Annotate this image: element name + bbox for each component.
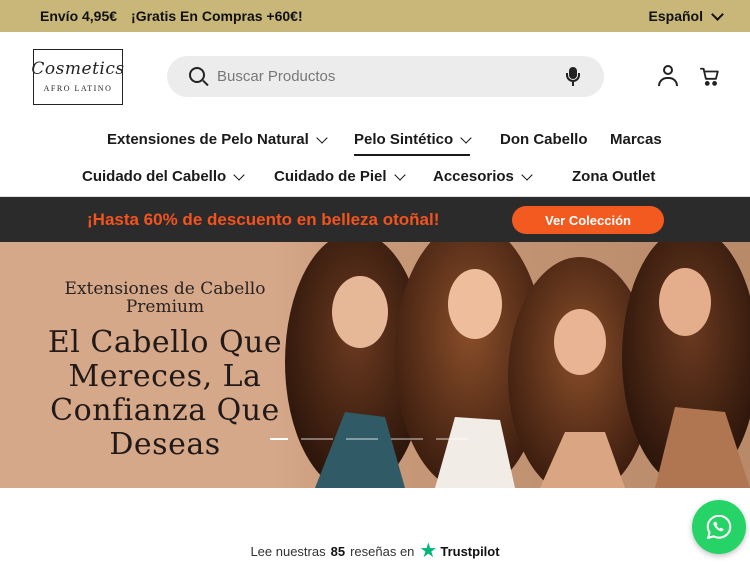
slideshow-pagination [270, 438, 490, 442]
nav-item-zona-outlet[interactable]: Zona Outlet [572, 168, 655, 185]
microphone-icon[interactable] [566, 67, 580, 87]
hero-slideshow: Extensiones de Cabello Premium El Cabell… [0, 242, 750, 488]
search-bar [167, 56, 604, 97]
search-icon[interactable] [189, 67, 205, 83]
chevron-down-icon [233, 168, 245, 181]
language-selector[interactable]: Español [648, 0, 724, 32]
nav-label: Extensiones de Pelo Natural [107, 131, 309, 148]
hero-headline: El Cabello Que Mereces, La Confianza Que… [47, 325, 283, 462]
main-navigation: Extensiones de Pelo Natural Pelo Sintéti… [0, 122, 750, 197]
hero-eyebrow: Extensiones de Cabello Premium [64, 279, 266, 317]
trustpilot-link[interactable]: ★ Trustpilot [419, 541, 499, 561]
reviews-count: 85 [330, 543, 346, 559]
nav-item-cuidado-cabello[interactable]: Cuidado del Cabello [82, 168, 245, 185]
site-header: Cosmetics AFRO LATINO [0, 32, 750, 122]
nav-item-accesorios[interactable]: Accesorios [433, 168, 533, 185]
whatsapp-icon [706, 514, 732, 540]
reviews-line: Lee nuestras 85 reseñas en ★ Trustpilot [0, 540, 750, 562]
slide-dot-1[interactable] [270, 438, 288, 440]
nav-item-pelo-sintetico[interactable]: Pelo Sintético [354, 131, 472, 156]
slide-dot-4[interactable] [391, 438, 423, 440]
nav-label: Cuidado de Piel [274, 168, 387, 185]
chevron-down-icon [460, 131, 472, 144]
chevron-down-icon [316, 131, 328, 144]
search-input[interactable] [217, 56, 547, 97]
cart-icon[interactable] [699, 66, 721, 88]
chevron-down-icon [711, 7, 724, 21]
announcement-bar: Envío 4,95€ ¡Gratis En Compras +60€! Esp… [0, 0, 750, 32]
nav-label: Pelo Sintético [354, 131, 454, 148]
announcement-text: Envío 4,95€ ¡Gratis En Compras +60€! [40, 0, 303, 32]
chevron-down-icon [521, 168, 533, 181]
free-shipping-text: ¡Gratis En Compras +60€! [131, 8, 303, 24]
slide-dot-3[interactable] [346, 438, 378, 440]
promo-banner: ¡Hasta 60% de descuento en belleza otoña… [0, 197, 750, 242]
nav-label: Zona Outlet [572, 168, 656, 185]
slide-dot-5[interactable] [436, 438, 468, 440]
chevron-down-icon [393, 168, 406, 181]
logo-subtitle: AFRO LATINO [43, 84, 113, 93]
trustpilot-star-icon: ★ [419, 540, 438, 562]
reviews-prefix: Lee nuestras [250, 543, 326, 559]
nav-item-extensiones-pelo-natural[interactable]: Extensiones de Pelo Natural [107, 131, 328, 148]
logo-script: Cosmetics [31, 59, 125, 79]
shipping-text: Envío 4,95€ [40, 8, 118, 24]
nav-item-don-cabello[interactable]: Don Cabello [500, 131, 588, 148]
language-label: Español [648, 8, 703, 24]
nav-label: Marcas [610, 131, 662, 148]
nav-label: Don Cabello [500, 131, 588, 148]
nav-label: Cuidado del Cabello [82, 168, 227, 185]
nav-item-cuidado-piel[interactable]: Cuidado de Piel [274, 168, 406, 185]
hero-image [275, 242, 750, 488]
slide-dot-2[interactable] [301, 438, 333, 440]
reviews-middle: reseñas en [350, 543, 415, 559]
nav-label: Accesorios [433, 168, 514, 185]
account-icon[interactable] [657, 65, 679, 87]
promo-message: ¡Hasta 60% de descuento en belleza otoña… [87, 209, 440, 229]
whatsapp-button[interactable] [692, 500, 746, 554]
view-collection-button[interactable]: Ver Colección [512, 206, 664, 234]
site-logo[interactable]: Cosmetics AFRO LATINO [31, 49, 125, 105]
nav-item-marcas[interactable]: Marcas [610, 131, 662, 148]
trustpilot-label: Trustpilot [440, 543, 500, 559]
